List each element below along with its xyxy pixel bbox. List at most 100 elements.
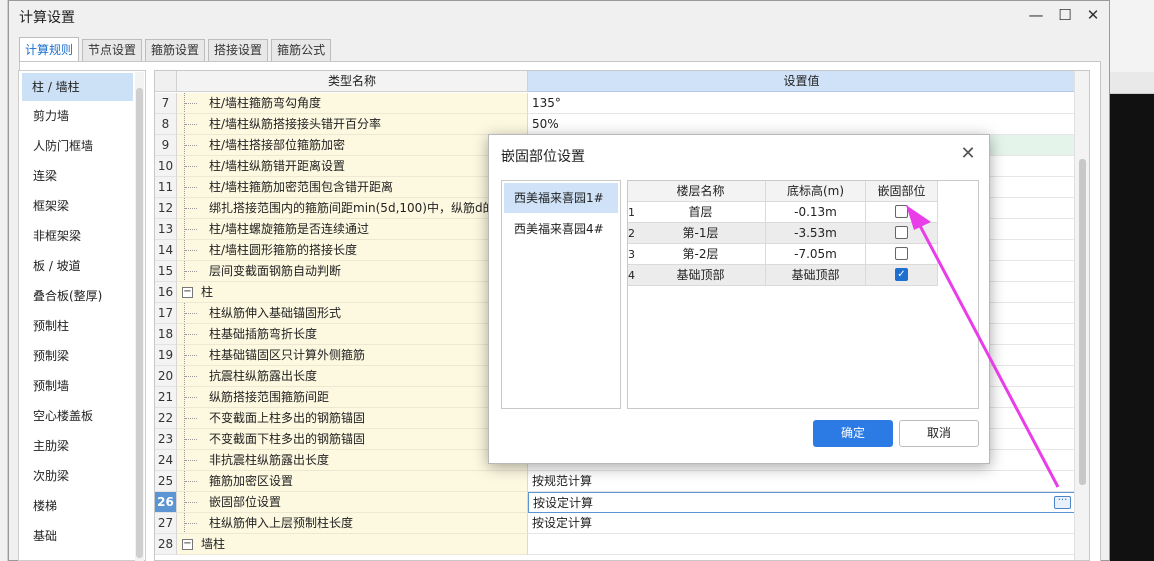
nav-item-precast-beam[interactable]: 预制梁 [19,341,145,371]
ok-button[interactable]: 确定 [813,420,893,447]
row-value-cell[interactable]: 135° [528,93,1075,114]
row-value: 按规范计算 [532,474,593,488]
minimize-icon[interactable]: — [1023,4,1049,26]
row-name-cell: 不变截面上柱多出的钢筋锚固 [177,408,528,429]
project-item[interactable]: 西美福来喜园1# [504,183,618,213]
nav-item-stairs[interactable]: 楼梯 [19,491,145,521]
grid-scrollbar[interactable] [1074,71,1089,560]
row-name: 墙柱 [201,537,226,551]
tab-calc-rules[interactable]: 计算规则 [19,37,80,61]
floor-index: 4 [628,265,636,286]
nav-item-civil-defense-frame[interactable]: 人防门框墙 [19,131,145,161]
row-name: 柱基础锚固区只计算外侧箍筋 [209,348,366,362]
tab-stirrup-settings[interactable]: 箍筋设置 [145,39,206,61]
dialog-close-icon[interactable]: ✕ [957,143,979,165]
row-name-cell: − 柱 [177,282,528,303]
table-row[interactable]: 7 柱/墙柱箍筋弯勾角度 135° [155,93,1075,114]
nav-scroll-thumb[interactable] [136,88,143,558]
table-row[interactable]: 28− 墙柱 [155,534,1075,555]
tab-node-settings[interactable]: 节点设置 [82,39,143,61]
row-name: 绑扎搭接范围内的箍筋间距min(5d,100)中，纵筋d的 [209,201,495,215]
row-number: 13 [155,219,177,240]
row-value-cell[interactable]: 按设定计算 ··· [528,492,1075,513]
close-icon[interactable]: ✕ [1080,4,1106,26]
row-name: 柱/墙柱搭接部位箍筋加密 [209,138,346,152]
nav-scrollbar[interactable] [135,72,144,561]
floor-elevation: -7.05m [766,244,866,265]
embed-checkbox[interactable] [895,247,908,260]
floor-embed-cell: ✓ [866,265,938,286]
table-row[interactable]: 8 柱/墙柱纵筋搭接接头错开百分率 50% [155,114,1075,135]
nav-item-slab-ramp[interactable]: 板 / 坡道 [19,251,145,281]
floor-header-idx [628,181,636,202]
nav-item-shear-wall[interactable]: 剪力墙 [19,101,145,131]
embed-checkbox[interactable] [895,226,908,239]
nav-item-composite-slab[interactable]: 叠合板(整厚) [19,281,145,311]
nav-item-non-frame-beam[interactable]: 非框架梁 [19,221,145,251]
project-item[interactable]: 西美福来喜园4# [502,213,620,245]
table-row[interactable]: 26 嵌固部位设置 按设定计算 ··· [155,492,1075,513]
floor-row[interactable]: 1 首层 -0.13m [628,202,938,223]
tab-lap-settings[interactable]: 搭接设置 [208,39,269,61]
grid-header-name: 类型名称 [177,71,528,92]
row-name: 柱/墙柱箍筋弯勾角度 [209,96,322,110]
row-number: 20 [155,366,177,387]
collapse-icon[interactable]: − [182,287,193,298]
grid-scroll-thumb[interactable] [1079,159,1086,485]
row-value: 135° [532,96,561,110]
ellipsis-button[interactable]: ··· [1054,496,1071,509]
row-name-cell: 柱/墙柱螺旋箍筋是否连续通过 [177,219,528,240]
row-number: 9 [155,135,177,156]
cancel-button[interactable]: 取消 [899,420,979,447]
floor-row[interactable]: 3 第-2层 -7.05m [628,244,938,265]
nav-item-main-rib-beam[interactable]: 主肋梁 [19,431,145,461]
nav-item-column[interactable]: 柱 / 墙柱 [22,73,133,101]
row-name-cell: 绑扎搭接范围内的箍筋间距min(5d,100)中，纵筋d的 [177,198,528,219]
row-value-cell[interactable]: 按设定计算 [528,513,1075,534]
row-name: 层间变截面钢筋自动判断 [209,264,342,278]
nav-item-foundation[interactable]: 基础 [19,521,145,551]
row-name: 不变截面上柱多出的钢筋锚固 [209,411,366,425]
row-name: 柱/墙柱圆形箍筋的搭接长度 [209,243,358,257]
tree-branch [185,460,197,461]
tree-branch [185,208,197,209]
floor-embed-cell [866,244,938,265]
embed-checkbox[interactable]: ✓ [895,268,908,281]
floor-header-name: 楼层名称 [636,181,766,202]
tree-branch [185,334,197,335]
row-name: 非抗震柱纵筋露出长度 [209,453,330,467]
floor-row[interactable]: 2 第-1层 -3.53m [628,223,938,244]
nav-item-hollow-floor[interactable]: 空心楼盖板 [19,401,145,431]
maximize-icon[interactable]: ☐ [1052,4,1078,26]
embed-position-dialog: 嵌固部位设置 ✕ 西美福来喜园1# 西美福来喜园4# 楼层名称 底标高(m) 嵌… [488,134,990,464]
row-name: 柱 [201,285,214,299]
row-number: 16 [155,282,177,303]
row-name-cell: 纵筋搭接范围箍筋间距 [177,387,528,408]
row-value-cell[interactable]: 按规范计算 [528,471,1075,492]
background-app-right-strip [1110,72,1154,94]
row-value-cell[interactable]: 50% [528,114,1075,135]
nav-item-frame-beam[interactable]: 框架梁 [19,191,145,221]
row-number: 23 [155,429,177,450]
floor-name: 第-2层 [636,244,766,265]
floor-elevation: -0.13m [766,202,866,223]
embed-checkbox[interactable] [895,205,908,218]
nav-item-precast-wall[interactable]: 预制墙 [19,371,145,401]
row-number: 24 [155,450,177,471]
table-row[interactable]: 27 柱纵筋伸入上层预制柱长度 按设定计算 [155,513,1075,534]
row-value-cell[interactable] [528,534,1075,555]
nav-item-coupling-beam[interactable]: 连梁 [19,161,145,191]
row-number: 10 [155,156,177,177]
collapse-icon[interactable]: − [182,539,193,550]
row-number: 19 [155,345,177,366]
row-name: 纵筋搭接范围箍筋间距 [209,390,330,404]
background-app-left [0,0,8,561]
floor-row[interactable]: 4 基础顶部 基础顶部 ✓ [628,265,938,286]
row-number: 22 [155,408,177,429]
row-name-cell: 嵌固部位设置 [177,492,528,513]
nav-item-precast-column[interactable]: 预制柱 [19,311,145,341]
nav-item-secondary-rib-beam[interactable]: 次肋梁 [19,461,145,491]
tab-stirrup-formula[interactable]: 箍筋公式 [271,39,332,61]
row-name: 嵌固部位设置 [209,495,282,509]
table-row[interactable]: 25 箍筋加密区设置 按规范计算 [155,471,1075,492]
